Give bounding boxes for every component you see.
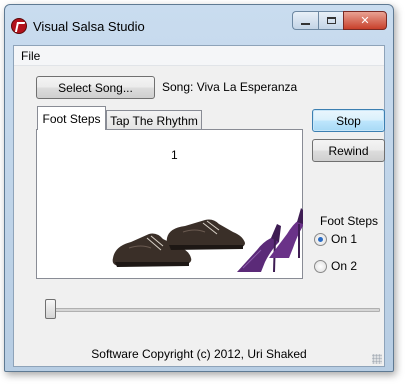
mens-shoe-right-icon (166, 219, 245, 250)
dance-shoes-image (112, 208, 303, 273)
high-heel-left-icon (237, 224, 281, 273)
window-title: Visual Salsa Studio (33, 19, 145, 34)
close-button[interactable]: ✕ (343, 11, 387, 30)
radio-button-on-2[interactable] (314, 259, 327, 273)
stop-button[interactable]: Stop (312, 109, 385, 132)
client-area: File Select Song... Song: Viva La Espera… (13, 45, 385, 367)
resize-grip-icon[interactable] (372, 354, 382, 364)
menu-bar: File (14, 46, 384, 66)
close-icon: ✕ (360, 15, 370, 27)
menu-file[interactable]: File (21, 49, 40, 63)
minimize-button[interactable] (292, 11, 318, 30)
foot-steps-group-title: Foot Steps (320, 214, 379, 228)
position-slider-track[interactable] (46, 308, 380, 312)
radio-label-on-1: On 1 (331, 232, 358, 246)
radio-label-on-2: On 2 (331, 259, 358, 273)
radio-on-1[interactable]: On 1 (314, 232, 357, 246)
beat-counter: 1 (171, 148, 178, 162)
minimize-icon (301, 22, 310, 25)
app-window: Visual Salsa Studio ✕ File Select Song..… (4, 4, 394, 372)
maximize-icon (326, 17, 336, 24)
tab-tap-the-rhythm[interactable]: Tap The Rhythm (106, 110, 202, 130)
title-bar[interactable]: Visual Salsa Studio ✕ (5, 5, 393, 39)
song-label: Song: Viva La Esperanza (162, 80, 298, 94)
select-song-button[interactable]: Select Song... (36, 76, 155, 99)
copyright-text: Software Copyright (c) 2012, Uri Shaked (91, 347, 307, 361)
foot-steps-panel: 1 (36, 129, 303, 279)
app-icon[interactable] (11, 18, 27, 34)
radio-button-on-1[interactable] (314, 232, 327, 246)
caption-buttons: ✕ (292, 11, 387, 31)
position-slider-thumb[interactable] (45, 299, 56, 319)
tab-foot-steps[interactable]: Foot Steps (37, 106, 106, 130)
radio-on-2[interactable]: On 2 (314, 259, 357, 273)
rewind-button[interactable]: Rewind (312, 139, 385, 162)
maximize-button[interactable] (318, 11, 343, 30)
